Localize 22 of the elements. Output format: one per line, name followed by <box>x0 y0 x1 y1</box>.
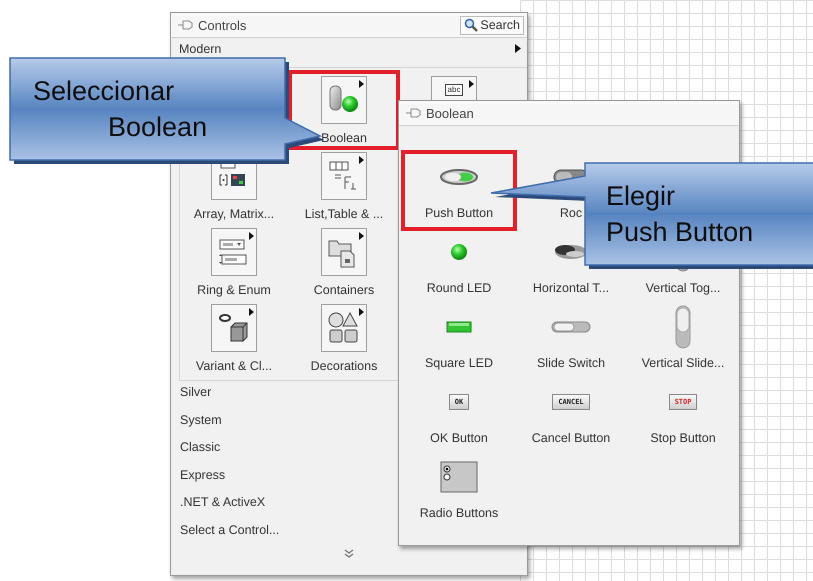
item-label: Push Button <box>424 205 494 221</box>
item-label: Stop Button <box>650 430 716 446</box>
item-label: Containers <box>314 282 374 298</box>
callout-text: Elegir Push Button <box>606 180 754 249</box>
item-label: Square LED <box>424 355 494 371</box>
item-label: Vertical Slide... <box>642 355 724 371</box>
item-label: Variant & Cl... <box>196 358 272 374</box>
item-label: Round LED <box>426 280 492 296</box>
item-label: Decorations <box>310 358 378 374</box>
item-label: Slide Switch <box>536 355 606 371</box>
item-label: List,Table & ... <box>304 206 384 222</box>
item-label: Array, Matrix... <box>194 206 274 222</box>
palette-title: Controls <box>198 18 246 32</box>
item-label: Roc <box>560 205 582 221</box>
callout-text: Seleccionar Boolean <box>33 75 208 144</box>
item-label: Horizontal T... <box>532 280 610 296</box>
item-label: Radio Buttons <box>420 505 498 521</box>
item-label: Boolean <box>321 130 367 146</box>
item-label: Cancel Button <box>532 430 610 446</box>
item-label: Ring & Enum <box>197 282 271 298</box>
item-label: OK Button <box>430 430 488 446</box>
item-label: Vertical Tog... <box>646 280 720 296</box>
